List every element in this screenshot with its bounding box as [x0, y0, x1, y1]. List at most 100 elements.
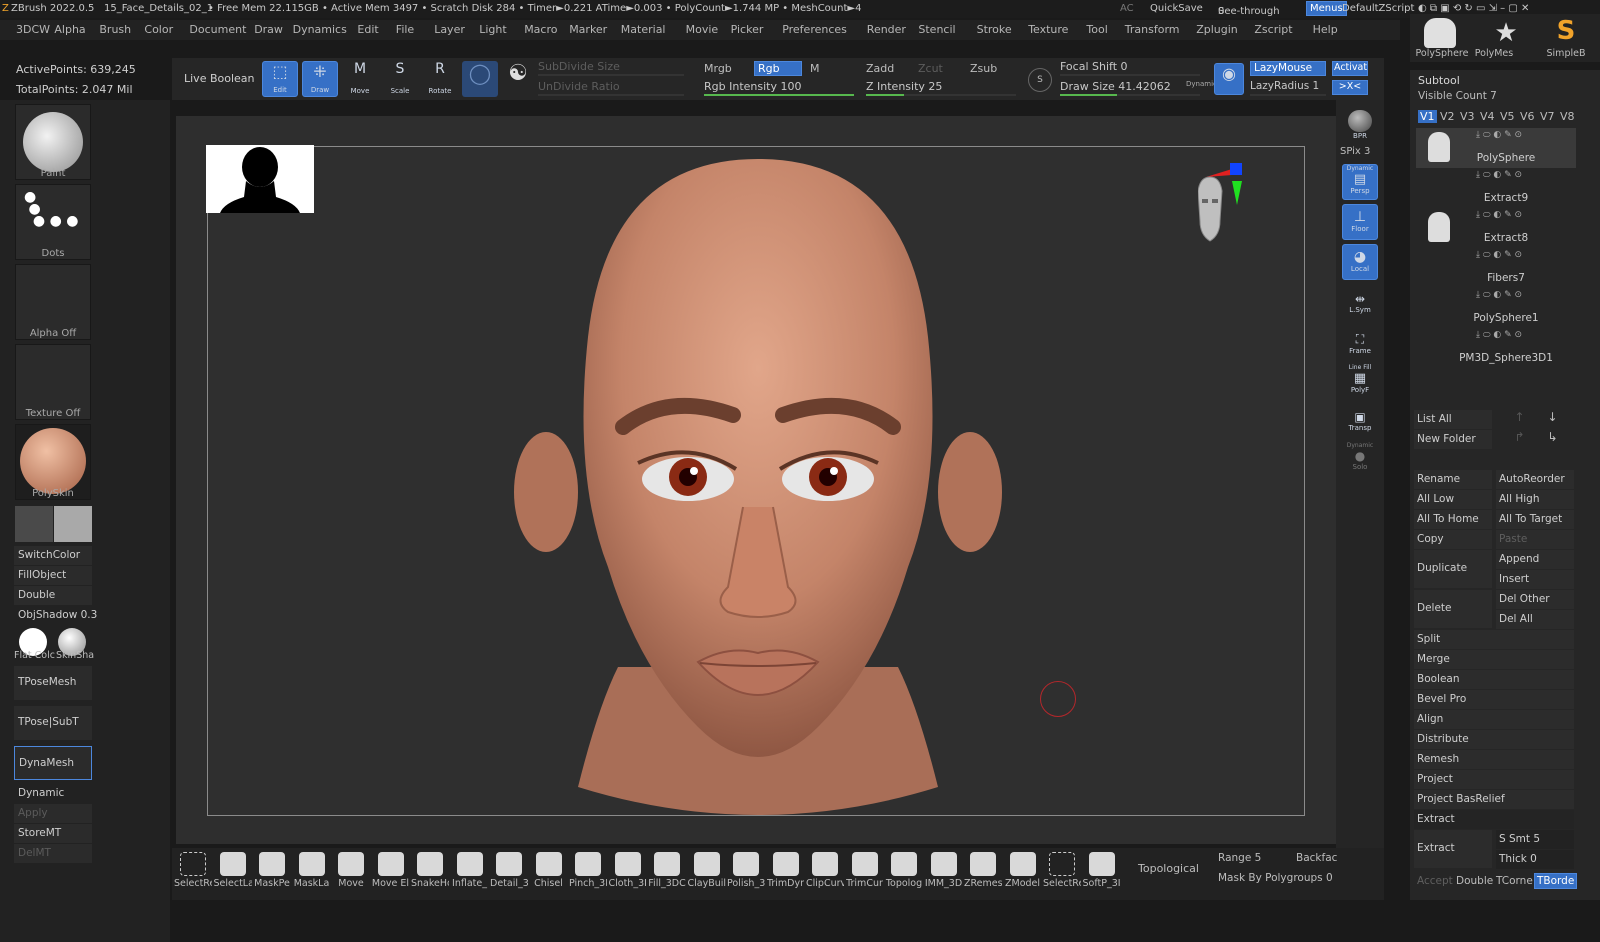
brush-clipcurv[interactable]: ClipCurv [806, 850, 844, 896]
menu-item-zplugin[interactable]: Zplugin [1196, 23, 1238, 36]
gizmo-button[interactable]: ◯ [462, 61, 498, 97]
autoreorder-button[interactable]: AutoReorder [1496, 470, 1574, 489]
brush-zremes[interactable]: ZRemes [964, 850, 1002, 896]
undivide-ratio-slider[interactable]: UnDivide Ratio [538, 80, 684, 96]
project-basrelief-section[interactable]: Project BasRelief [1414, 790, 1574, 809]
subtool-item[interactable]: ⤓ ⬭ ◐ ✎ ⊙ Extract9 [1416, 168, 1576, 208]
brush-softp-3i[interactable]: SoftP_3I [1083, 850, 1121, 896]
brush-imm-3d[interactable]: IMM_3D [925, 850, 963, 896]
menu-item-edit[interactable]: Edit [357, 23, 378, 36]
menu-item-transform[interactable]: Transform [1125, 23, 1180, 36]
append-button[interactable]: Append [1496, 550, 1574, 569]
menu-item-marker[interactable]: Marker [569, 23, 607, 36]
subtool-item[interactable]: ⤓ ⬭ ◐ ✎ ⊙ PolySphere1 [1416, 288, 1576, 328]
silhouette-navigator[interactable] [206, 145, 314, 213]
obj-shadow-slider[interactable]: ObjShadow 0.3 [14, 606, 164, 625]
brush-snakeho[interactable]: SnakeHo [411, 850, 449, 896]
zadd-button[interactable]: Zadd [866, 62, 894, 75]
frame-button[interactable]: ⛶ Frame [1342, 326, 1378, 362]
transp-button[interactable]: ▣ Transp [1342, 404, 1378, 440]
topological-button[interactable]: Topological [1138, 862, 1199, 875]
brush-topolog[interactable]: Topolog [885, 850, 923, 896]
visibility-tab-v6[interactable]: V6 [1518, 110, 1537, 123]
storemt-button[interactable]: StoreMT [14, 824, 92, 843]
focal-shift-icon[interactable]: S [1028, 68, 1052, 92]
head-model[interactable] [488, 147, 1028, 815]
menu-item-help[interactable]: Help [1313, 23, 1338, 36]
project-section[interactable]: Project [1414, 770, 1574, 789]
visibility-tab-v2[interactable]: V2 [1438, 110, 1457, 123]
menu-item-stencil[interactable]: Stencil [918, 23, 955, 36]
menu-item-movie[interactable]: Movie [686, 23, 719, 36]
menu-item-color[interactable]: Color [144, 23, 173, 36]
rotate-button[interactable]: R Rotate [422, 61, 458, 97]
brush-move[interactable]: Move [332, 850, 370, 896]
rgb-button[interactable]: Rgb [754, 61, 802, 76]
thick-slider[interactable]: Thick 0 [1496, 850, 1574, 869]
subtool-toggle-icons[interactable]: ⤓ ⬭ ◐ ✎ ⊙ [1476, 130, 1522, 140]
xc-symmetry-button[interactable]: >X< [1332, 80, 1368, 95]
fill-object-button[interactable]: FillObject [14, 566, 92, 585]
menu-item-document[interactable]: Document [189, 23, 246, 36]
move-button[interactable]: M Move [342, 61, 378, 97]
mrgb-button[interactable]: Mrgb [704, 62, 732, 75]
brush-maskla[interactable]: MaskLa [293, 850, 331, 896]
local-button[interactable]: ◕ Local [1342, 244, 1378, 280]
secondary-color-swatch[interactable] [54, 506, 92, 542]
subtool-toggle-icons[interactable]: ⤓ ⬭ ◐ ✎ ⊙ [1476, 290, 1522, 300]
extract-section[interactable]: Extract [1414, 810, 1574, 829]
focal-shift-slider[interactable]: Focal Shift 0 [1060, 60, 1200, 76]
extract-double-button[interactable]: Double [1456, 875, 1493, 887]
subtool-toggle-icons[interactable]: ⤓ ⬭ ◐ ✎ ⊙ [1476, 250, 1522, 260]
distribute-section[interactable]: Distribute [1414, 730, 1574, 749]
delete-button[interactable]: Delete [1414, 590, 1492, 628]
remesh-section[interactable]: Remesh [1414, 750, 1574, 769]
mask-by-polygroups-slider[interactable]: Mask By Polygroups 0 [1218, 872, 1333, 884]
menu-item-preferences[interactable]: Preferences [782, 23, 847, 36]
simple-brush-icon[interactable]: S [1550, 16, 1582, 46]
arrow-return-icon[interactable]: ↳ [1547, 430, 1557, 444]
bpr-button[interactable]: BPR [1342, 108, 1378, 144]
visibility-tab-v4[interactable]: V4 [1478, 110, 1497, 123]
arrow-right-up-icon[interactable]: ↱ [1514, 430, 1524, 444]
lazymouse-button[interactable]: LazyMouse [1250, 61, 1326, 76]
edit-button[interactable]: ⬚ Edit [262, 61, 298, 97]
del-other-button[interactable]: Del Other [1496, 590, 1574, 609]
tborde-button[interactable]: TBorde [1534, 873, 1578, 889]
menu-item-draw[interactable]: Draw [254, 23, 283, 36]
all-low-button[interactable]: All Low [1414, 490, 1492, 509]
ac-label[interactable]: AC [1120, 3, 1134, 14]
lazy-d-button[interactable]: ◉ [1214, 63, 1244, 95]
brush-maskpe[interactable]: MaskPe [253, 850, 291, 896]
dynamic-button[interactable]: Dynamic [14, 784, 92, 803]
menu-item-3dcw[interactable]: 3DCW [16, 23, 50, 36]
subtool-item[interactable]: ⤓ ⬭ ◐ ✎ ⊙ PolySphere [1416, 128, 1576, 168]
menu-item-tool[interactable]: Tool [1086, 23, 1107, 36]
document-frame[interactable] [206, 145, 1305, 816]
z-intensity-slider[interactable]: Z Intensity 25 [866, 80, 1016, 96]
zsub-button[interactable]: Zsub [970, 62, 997, 75]
all-high-button[interactable]: All High [1496, 490, 1574, 509]
solo-button[interactable]: Dynamic ● Solo [1342, 442, 1378, 478]
lsym-button[interactable]: ⇹ L.Sym [1342, 286, 1378, 322]
scale-button[interactable]: S Scale [382, 61, 418, 97]
subtool-item[interactable]: ⤓ ⬭ ◐ ✎ ⊙ PM3D_Sphere3D1 [1416, 328, 1576, 368]
menu-item-alpha[interactable]: Alpha [54, 23, 85, 36]
menu-item-brush[interactable]: Brush [99, 23, 131, 36]
brush-selectre[interactable]: SelectRe [174, 850, 212, 896]
visible-count-slider[interactable]: Visible Count 7 [1418, 90, 1576, 102]
brush-polish-3[interactable]: Polish_3 [727, 850, 765, 896]
draw-size-slider[interactable]: Draw Size 41.42062 [1060, 80, 1200, 96]
arrow-down-icon[interactable]: ↓ [1547, 410, 1557, 424]
del-all-button[interactable]: Del All [1496, 610, 1574, 629]
orientation-gizmo[interactable] [1197, 161, 1244, 247]
subtool-item[interactable]: ⤓ ⬭ ◐ ✎ ⊙ Fibers7 [1416, 248, 1576, 288]
draw-button[interactable]: ⁜ Draw [302, 61, 338, 97]
brush-inflate-[interactable]: Inflate_ [451, 850, 489, 896]
brush-selectre[interactable]: SelectRe [1043, 850, 1081, 896]
backface-button[interactable]: Backfac [1296, 852, 1337, 864]
polysphere-thumb-icon[interactable] [1424, 18, 1456, 48]
polyf-button[interactable]: Line Fill ▦ PolyF [1342, 364, 1378, 400]
subtool-toggle-icons[interactable]: ⤓ ⬭ ◐ ✎ ⊙ [1476, 210, 1522, 220]
brush-detail-3[interactable]: Detail_3 [490, 850, 528, 896]
